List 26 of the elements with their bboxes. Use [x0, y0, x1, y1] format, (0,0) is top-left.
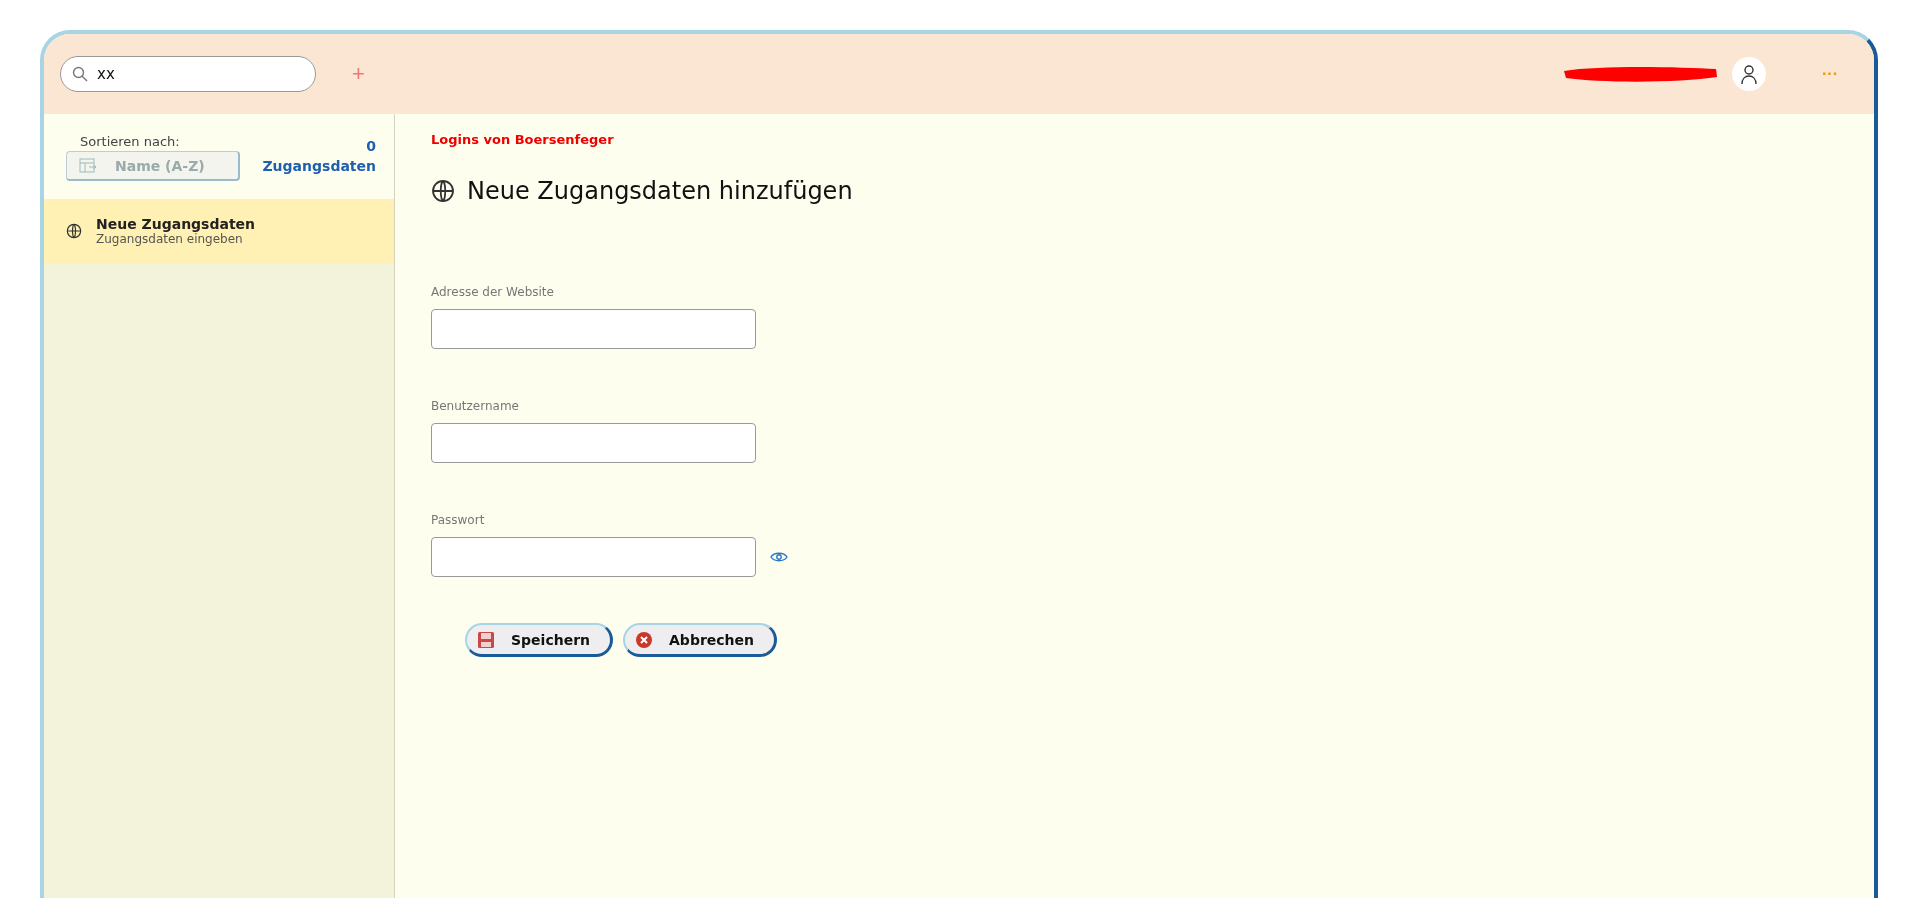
field-label: Benutzername [431, 399, 519, 413]
field-label: Adresse der Website [431, 285, 554, 299]
input-field[interactable] [431, 309, 756, 349]
globe-icon [66, 223, 82, 239]
globe-icon [431, 179, 455, 203]
owner-label: Logins von Boersenfeger [431, 132, 614, 147]
table-icon [79, 157, 97, 174]
avatar[interactable] [1732, 57, 1766, 91]
save-button[interactable]: Speichern [465, 623, 614, 657]
show-password-button[interactable] [770, 551, 788, 563]
entry-count: 0 [366, 138, 376, 154]
eye-icon [770, 551, 788, 563]
item-title: Neue Zugangsdaten [96, 216, 256, 232]
entry-count-label: Zugangsdaten [262, 158, 376, 174]
search-icon [72, 66, 88, 82]
field-label: Passwort [431, 513, 485, 527]
cancel-icon [635, 630, 654, 649]
search-field[interactable]: xx [60, 56, 316, 92]
input-field[interactable] [431, 423, 756, 463]
cancel-button[interactable]: Abbrechen [623, 623, 778, 657]
input-field[interactable] [431, 537, 756, 577]
user-silhouette-icon [1739, 63, 1759, 85]
item-subtitle: Zugangsdaten eingeben [96, 232, 244, 246]
sort-label: Sortieren nach: [80, 134, 180, 149]
sidebar-item[interactable]: Neue Zugangsdaten Zugangsdaten eingeben [44, 199, 394, 263]
page-title: Neue Zugangsdaten hinzufügen [467, 177, 853, 205]
